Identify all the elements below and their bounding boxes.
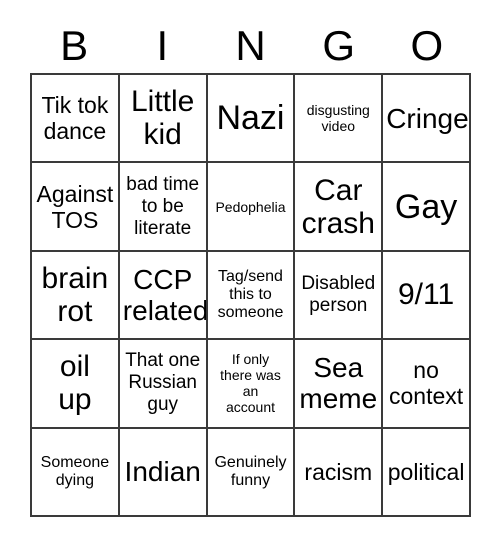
bingo-cell[interactable]: CCP related bbox=[119, 251, 208, 341]
bingo-cell[interactable]: Tag/send this to someone bbox=[207, 251, 296, 341]
bingo-header-letter-b: B bbox=[60, 21, 89, 69]
bingo-cell-label: brain rot bbox=[41, 261, 109, 328]
bingo-cell-label: Tag/send this to someone bbox=[217, 267, 284, 321]
bingo-cell-label: no context bbox=[389, 357, 464, 410]
bingo-cell-label: bad time to be literate bbox=[126, 173, 200, 239]
bingo-cell-label: Pedophelia bbox=[215, 198, 286, 215]
bingo-cell-label: If only there was an account bbox=[220, 351, 281, 416]
bingo-cell-label: Gay bbox=[394, 187, 458, 226]
bingo-cell-label: Against TOS bbox=[36, 180, 114, 233]
bingo-cell-label: CCP related bbox=[122, 263, 208, 326]
bingo-cell[interactable]: bad time to be literate bbox=[119, 163, 208, 252]
bingo-cell[interactable]: Cringe bbox=[383, 75, 471, 164]
bingo-cell-label: Tik tok dance bbox=[41, 92, 109, 145]
bingo-cell[interactable]: Genuinely funny bbox=[207, 428, 296, 517]
bingo-cell-label: Someone dying bbox=[40, 453, 110, 489]
bingo-cell-label: Sea meme bbox=[299, 352, 378, 415]
bingo-cell[interactable]: political bbox=[383, 428, 471, 517]
bingo-cell-label: Genuinely funny bbox=[214, 453, 287, 489]
bingo-cell[interactable]: disgusting video bbox=[295, 75, 384, 164]
bingo-header-letter-n: N bbox=[235, 21, 266, 69]
bingo-cell[interactable]: Indian bbox=[119, 428, 208, 517]
bingo-cell[interactable]: 9/11 bbox=[383, 251, 471, 341]
bingo-cell-label: Cringe bbox=[386, 102, 469, 134]
bingo-cell[interactable]: Sea meme bbox=[295, 340, 384, 429]
bingo-cell[interactable]: Against TOS bbox=[32, 163, 120, 252]
bingo-cell[interactable]: Little kid bbox=[119, 75, 208, 164]
bingo-cell-label: That one Russian guy bbox=[125, 350, 201, 416]
bingo-cell-label: oil up bbox=[58, 350, 92, 417]
bingo-cell-label: Little kid bbox=[131, 85, 195, 152]
bingo-cell[interactable]: racism bbox=[295, 428, 384, 517]
bingo-cell[interactable]: That one Russian guy bbox=[119, 340, 208, 429]
bingo-cell-label: 9/11 bbox=[398, 278, 455, 312]
bingo-cell-label: racism bbox=[304, 458, 373, 485]
bingo-cell[interactable]: Disabled person bbox=[295, 251, 384, 341]
bingo-grid: Tik tok dance Little kid Nazi disgusting vi… bbox=[30, 73, 471, 517]
bingo-cell[interactable]: Pedophelia bbox=[207, 163, 296, 252]
bingo-cell-label: Disabled person bbox=[301, 272, 376, 316]
bingo-cell[interactable]: no context bbox=[383, 340, 471, 429]
bingo-cell[interactable]: brain rot bbox=[32, 251, 120, 341]
bingo-header-row: BINGO bbox=[30, 18, 471, 73]
bingo-cell[interactable]: Nazi bbox=[207, 75, 296, 164]
bingo-cell[interactable]: If only there was an account bbox=[207, 340, 296, 429]
bingo-cell-label: Car crash bbox=[301, 173, 375, 240]
bingo-cell[interactable]: Gay bbox=[383, 163, 471, 252]
bingo-header-letter-g: G bbox=[322, 21, 356, 69]
bingo-cell[interactable]: Someone dying bbox=[32, 428, 120, 517]
bingo-cell[interactable]: Car crash bbox=[295, 163, 384, 252]
bingo-cell[interactable]: Tik tok dance bbox=[32, 75, 120, 164]
bingo-cell[interactable]: oil up bbox=[32, 340, 120, 429]
bingo-cell-label: Nazi bbox=[216, 99, 285, 138]
bingo-card: B I N G O Tik tok dance Little kid Nazi disgust… bbox=[0, 0, 500, 544]
bingo-cell-label: political bbox=[387, 458, 465, 485]
bingo-cell-label: disgusting video bbox=[306, 102, 370, 135]
bingo-header-letter-o: O bbox=[410, 21, 444, 69]
bingo-cell-label: Indian bbox=[124, 456, 201, 488]
bingo-header-letter-i: I bbox=[156, 21, 169, 69]
